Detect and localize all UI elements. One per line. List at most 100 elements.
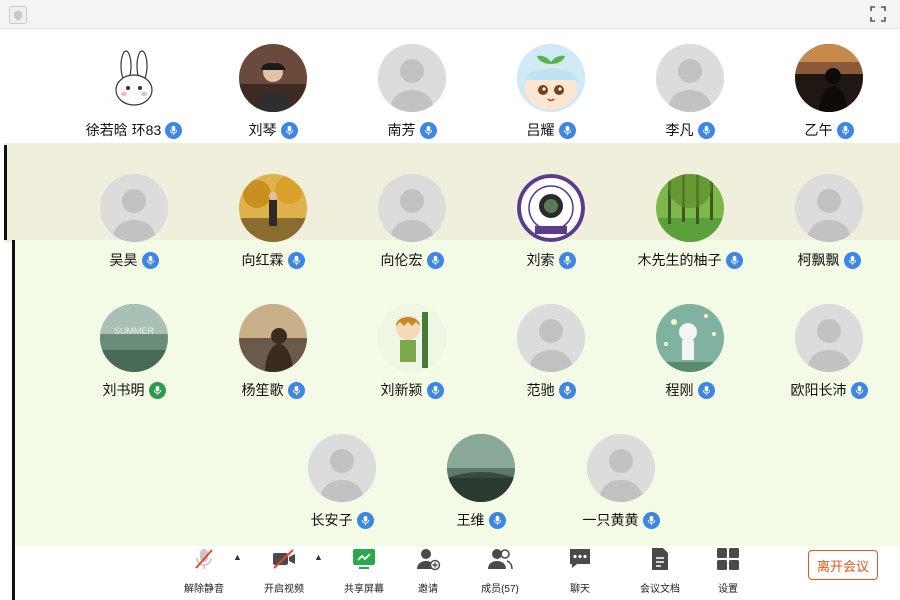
participant-tile[interactable]: 王维: [411, 434, 551, 544]
avatar: [378, 44, 446, 112]
avatar: [795, 174, 863, 242]
participant-tile[interactable]: 杨笙歌: [203, 304, 343, 414]
participant-name: 向红霖: [241, 252, 284, 268]
mic-status-icon: [280, 121, 298, 139]
participant-tile[interactable]: 南芳: [342, 44, 482, 154]
fullscreen-icon[interactable]: [870, 6, 886, 22]
mic-icon: [855, 385, 863, 395]
leave-meeting-button[interactable]: 离开会议: [808, 550, 878, 580]
meeting-docs-button[interactable]: 会议文档: [628, 546, 692, 596]
participant-name: 吕耀: [526, 122, 555, 138]
unmute-button[interactable]: 解除静音: [172, 546, 236, 596]
mic-icon: [170, 125, 178, 135]
avatar: [239, 304, 307, 372]
participant-tile[interactable]: 刘索: [481, 174, 621, 284]
participant-name-row: 长安子: [272, 509, 412, 531]
participant-tile[interactable]: 徐若晗 环83: [64, 44, 204, 154]
participant-name: 乙午: [804, 122, 833, 138]
participant-name: 李凡: [665, 122, 694, 138]
mic-status-icon: [141, 251, 159, 269]
avatar: [239, 174, 307, 242]
participant-tile[interactable]: 吴昊: [64, 174, 204, 284]
mic-icon: [702, 385, 710, 395]
mic-status-icon: [287, 381, 305, 399]
participant-name-row: 刘索: [481, 249, 621, 271]
mic-status-icon: [642, 511, 660, 529]
participant-tile[interactable]: 李凡: [620, 44, 760, 154]
participant-name: 木先生的柚子: [637, 252, 722, 268]
participant-tile[interactable]: 范驰: [481, 304, 621, 414]
avatar: [656, 304, 724, 372]
mic-icon: [841, 125, 849, 135]
avatar: [795, 304, 863, 372]
participant-name-row: 吕耀: [481, 119, 621, 141]
participant-name-row: 南芳: [342, 119, 482, 141]
avatar: SUMMER: [100, 304, 168, 372]
participant-name: 刘书明: [102, 382, 145, 398]
mic-status-icon: [148, 381, 166, 399]
document-icon: [652, 548, 668, 570]
chat-button[interactable]: 聊天: [548, 546, 612, 596]
participant-tile[interactable]: 一只黄黄: [551, 434, 691, 544]
participant-name: 范驰: [526, 382, 555, 398]
chat-icon: [570, 549, 590, 568]
mic-icon: [702, 125, 710, 135]
participant-tile[interactable]: SUMMER 刘书明: [64, 304, 204, 414]
unmute-label: 解除静音: [184, 584, 224, 595]
mic-status-icon: [426, 251, 444, 269]
audio-options-caret[interactable]: ▲: [233, 552, 242, 562]
participant-name-row: 木先生的柚子: [620, 249, 760, 271]
mic-icon: [424, 125, 432, 135]
participant-tile[interactable]: 柯飘飘: [759, 174, 899, 284]
avatar: [239, 44, 307, 112]
shield-icon[interactable]: [9, 6, 27, 24]
participant-tile[interactable]: 乙午: [759, 44, 899, 154]
svg-text:SUMMER: SUMMER: [114, 326, 154, 336]
participant-name: 刘新颍: [380, 382, 423, 398]
avatar: [517, 44, 585, 112]
share-screen-button[interactable]: 共享屏幕: [332, 546, 396, 596]
participant-name-row: 范驰: [481, 379, 621, 401]
avatar: [308, 434, 376, 502]
participant-tile[interactable]: 程刚: [620, 304, 760, 414]
participant-name: 吴昊: [109, 252, 138, 268]
invite-button[interactable]: 邀请: [396, 546, 460, 596]
participant-name-row: 乙午: [759, 119, 899, 141]
participant-name: 王维: [456, 512, 485, 528]
mic-icon: [285, 125, 293, 135]
mic-icon: [146, 255, 154, 265]
participant-name-row: 一只黄黄: [551, 509, 691, 531]
participant-tile[interactable]: 向伦宏: [342, 174, 482, 284]
participant-name-row: 刘琴: [203, 119, 343, 141]
mic-status-icon: [697, 121, 715, 139]
participant-name-row: 柯飘飘: [759, 249, 899, 271]
participant-tile[interactable]: 长安子: [272, 434, 412, 544]
start-video-label: 开启视频: [264, 584, 304, 595]
meeting-toolbar: 解除静音 ▲ 开启视频 ▲ 共享屏幕 邀请 成员(57) 聊天 会议文档 设置: [0, 542, 900, 600]
participant-name: 南芳: [387, 122, 416, 138]
participant-name: 欧阳长沛: [790, 382, 847, 398]
video-options-caret[interactable]: ▲: [314, 552, 323, 562]
mic-status-icon: [419, 121, 437, 139]
participant-tile[interactable]: 欧阳长沛: [759, 304, 899, 414]
participant-name: 一只黄黄: [582, 512, 639, 528]
chat-label: 聊天: [570, 584, 590, 595]
avatar: [517, 174, 585, 242]
participant-tile[interactable]: 木先生的柚子: [620, 174, 760, 284]
mic-status-icon: [558, 251, 576, 269]
participant-name: 长安子: [310, 512, 353, 528]
mic-status-icon: [843, 251, 861, 269]
mic-status-icon: [697, 381, 715, 399]
settings-button[interactable]: 设置: [696, 546, 760, 596]
participant-tile[interactable]: 吕耀: [481, 44, 621, 154]
start-video-button[interactable]: 开启视频: [252, 546, 316, 596]
participant-tile[interactable]: 刘琴: [203, 44, 343, 154]
mic-icon: [563, 125, 571, 135]
participant-tile[interactable]: 刘新颍: [342, 304, 482, 414]
mic-icon: [153, 385, 161, 395]
members-button[interactable]: 成员(57): [468, 546, 532, 596]
avatar: [378, 304, 446, 372]
participant-name-row: 李凡: [620, 119, 760, 141]
mic-icon: [292, 385, 300, 395]
participant-tile[interactable]: 向红霖: [203, 174, 343, 284]
